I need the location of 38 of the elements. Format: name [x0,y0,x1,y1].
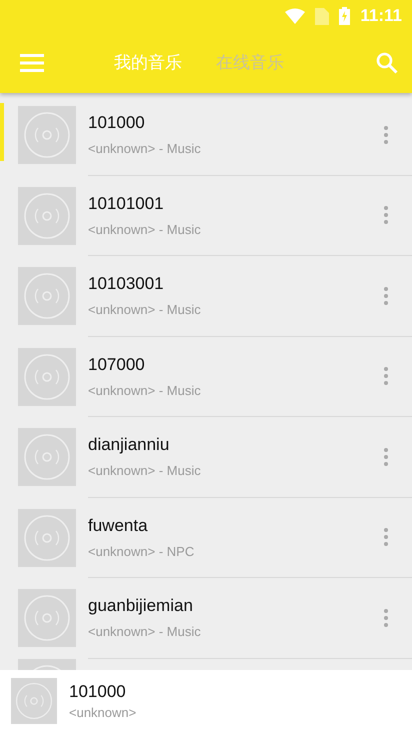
song-title[interactable]: 10103001 [88,274,384,294]
now-playing-bar[interactable]: 101000 <unknown> [0,670,412,732]
more-options-icon[interactable] [384,448,388,466]
album-art-icon [18,428,76,486]
more-options-icon[interactable] [384,206,388,224]
song-title[interactable]: dianjianniu [88,435,384,456]
song-title[interactable]: guanbijiemian [88,596,384,616]
status-time: 11:11 [360,6,402,26]
more-options-icon[interactable] [384,367,388,386]
more-options-icon[interactable] [384,528,388,546]
now-playing-title: 101000 [69,682,127,702]
album-art-icon [18,589,76,648]
album-art-icon [18,267,76,326]
song-title[interactable]: 101000 [88,113,384,134]
no-sim-icon [315,8,330,24]
more-options-icon[interactable] [384,286,388,305]
song-title[interactable]: fuwenta [88,516,384,536]
album-art-icon [18,348,76,406]
song-subtitle: <unknown> - Music [88,302,202,318]
song-subtitle: <unknown> - Music [88,141,202,156]
search-icon[interactable] [376,52,398,74]
menu-icon[interactable] [20,54,44,72]
album-art-icon [11,678,57,724]
song-subtitle: <unknown> - Music [88,382,202,398]
song-subtitle: <unknown> - Music [88,222,202,237]
now-playing-artist: <unknown> [69,705,136,720]
battery-charging-icon [339,7,350,25]
more-options-icon[interactable] [384,126,388,144]
song-subtitle: <unknown> - Music [88,463,202,478]
song-subtitle: <unknown> - Music [88,624,202,640]
album-art-icon [18,106,76,164]
album-art-icon [18,186,76,245]
album-art-icon [18,508,76,567]
more-options-icon[interactable] [384,608,388,627]
song-title[interactable]: 10101001 [88,194,384,214]
wifi-icon [285,8,306,24]
song-subtitle: <unknown> - NPC [88,544,196,559]
song-title[interactable]: 107000 [88,354,384,375]
